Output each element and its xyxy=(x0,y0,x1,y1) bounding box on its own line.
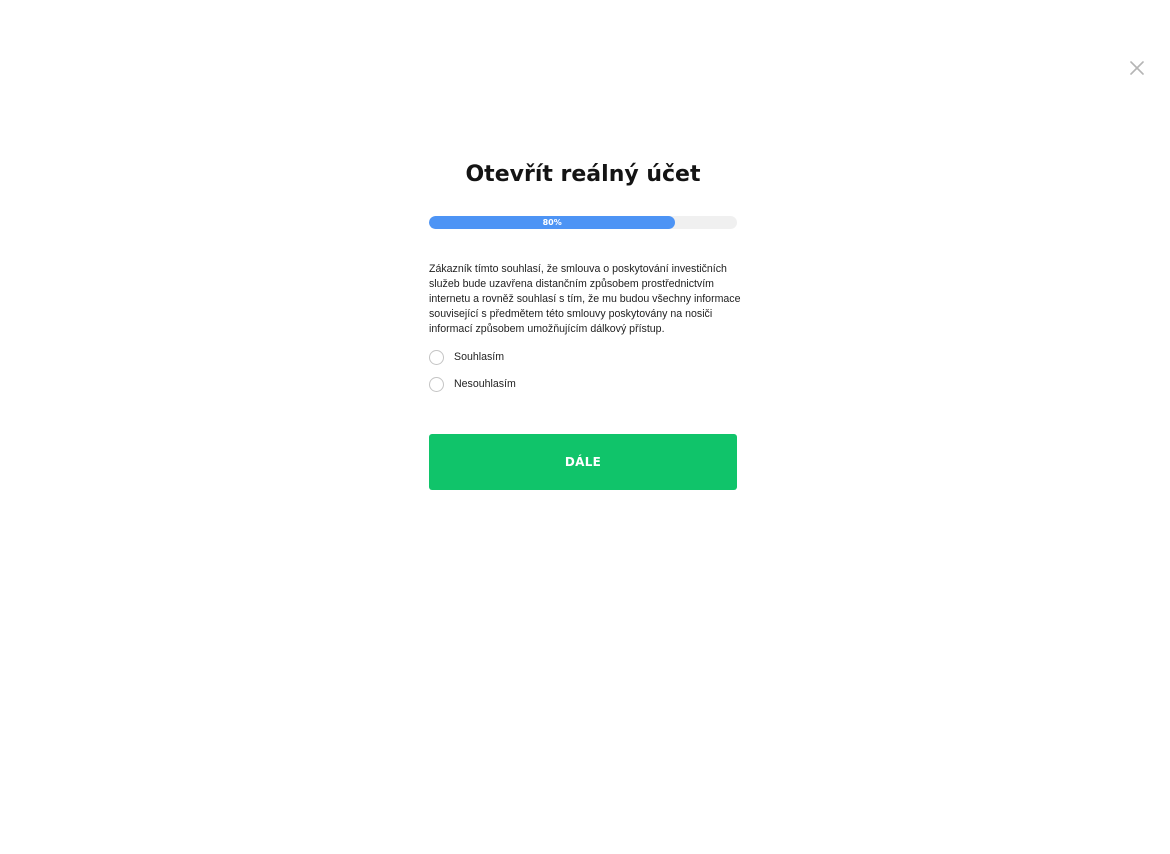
progress-fill: 80% xyxy=(429,216,676,229)
next-button[interactable]: DÁLE xyxy=(429,434,737,490)
radio-circle[interactable] xyxy=(429,376,444,392)
radio-disagree-label: Nesouhlasím xyxy=(454,378,516,390)
close-icon xyxy=(1130,61,1144,75)
radio-disagree[interactable]: Nesouhlasím xyxy=(429,376,516,392)
page-title: Otevřít reálný účet xyxy=(465,162,701,187)
open-account-modal: Otevřít reálný účet 80% Zákazník tímto s… xyxy=(0,0,1170,854)
radio-agree-label: Souhlasím xyxy=(454,351,505,363)
radio-agree[interactable]: Souhlasím xyxy=(429,349,504,365)
consent-text: Zákazník tímto souhlasí, že smlouva o po… xyxy=(429,263,741,335)
close-button[interactable] xyxy=(1127,58,1147,78)
progress-label: 80% xyxy=(542,218,562,227)
progress-bar: 80% xyxy=(429,216,737,229)
radio-circle[interactable] xyxy=(429,349,444,365)
